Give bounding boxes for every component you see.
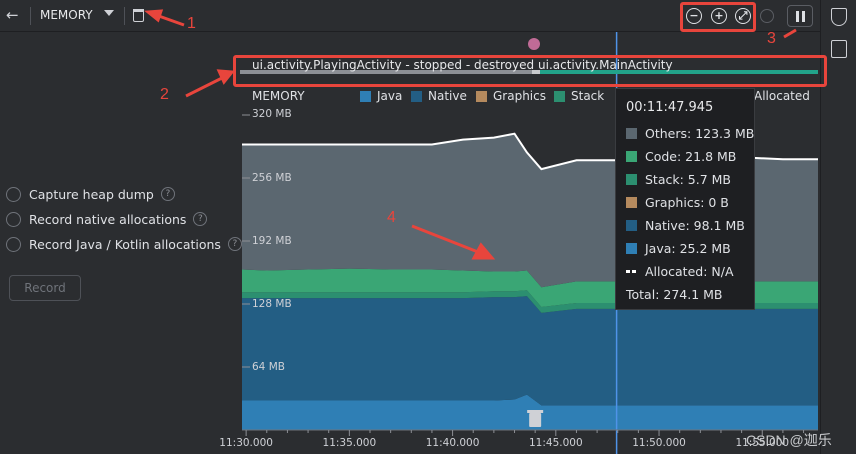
annotation-arrowhead [144,9,164,23]
annotation-number: 1 [187,15,196,32]
annotation-number: 2 [160,86,169,103]
annotation-arrowhead [471,242,496,260]
annotation-number: 4 [387,209,396,226]
annotation-arrowhead [216,69,235,85]
annotation-arrow [783,28,797,39]
watermark: CSDN @迦乐 [746,432,832,448]
annotation-arrows [144,9,797,260]
annotation-number: 3 [767,30,776,47]
annotation-arrow [185,76,223,98]
annotation-arrow [411,224,479,254]
